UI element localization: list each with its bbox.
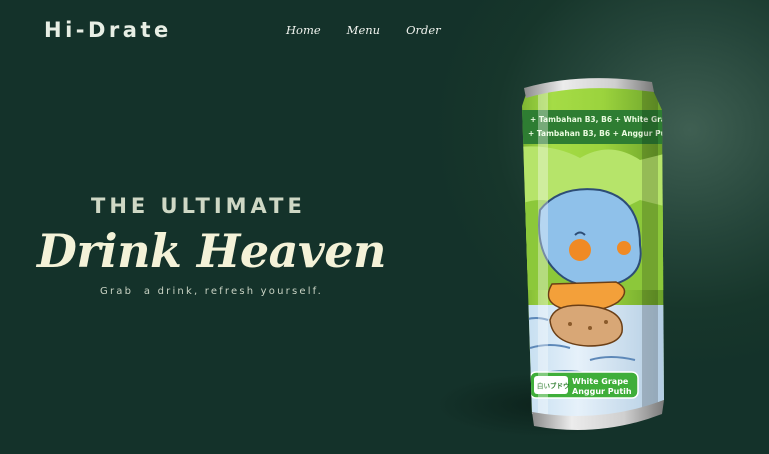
hero-title: Drink Heaven [37,224,386,278]
product-can-image: + Tambahan B3, B6 + White Grape + Tambah… [440,70,760,450]
hero-subtitle: Grab a drink, refresh yourself. [100,286,324,297]
brand-logo[interactable]: Hi-Drate [44,18,172,42]
nav-order-link[interactable]: Order [406,23,441,37]
nav-home-link[interactable]: Home [286,23,321,37]
can-label-id: Anggur Putih [572,387,632,396]
can-body: + Tambahan B3, B6 + White Grape + Tambah… [522,79,664,418]
main-nav: Home Menu Order [286,23,441,37]
can-label-en: White Grape [572,377,629,386]
nav-menu-link[interactable]: Menu [347,23,380,37]
hero-kicker: THE ULTIMATE [91,194,306,218]
